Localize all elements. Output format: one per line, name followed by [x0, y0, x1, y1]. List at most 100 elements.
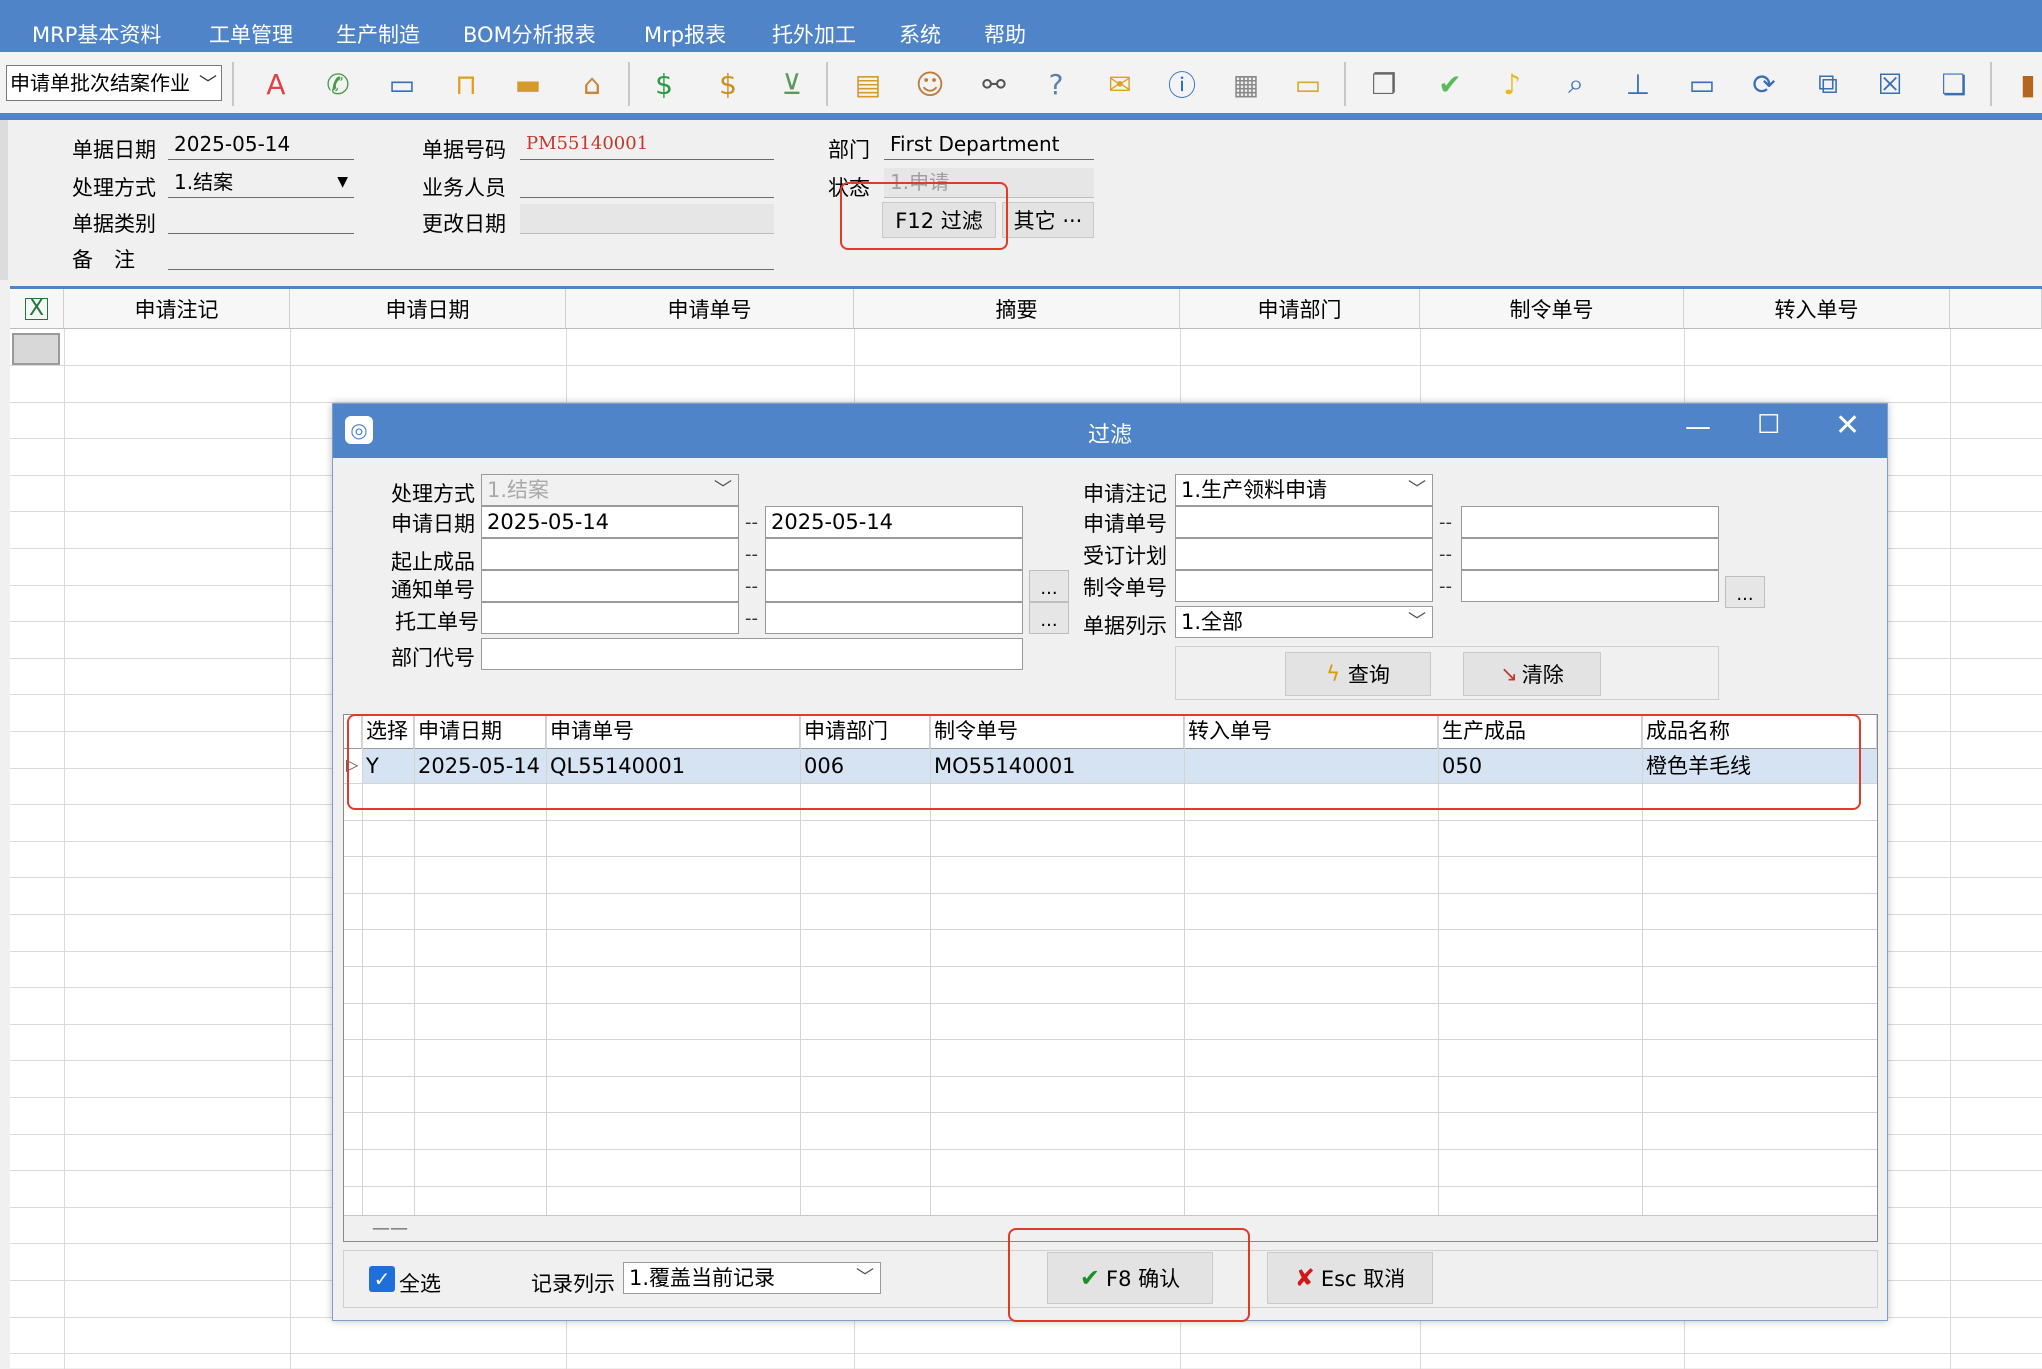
chevron-down-icon: ﹀: [856, 1267, 874, 1288]
bell-icon[interactable]: ♪: [1490, 62, 1534, 106]
dlg-apply-no-to[interactable]: [1461, 506, 1719, 538]
desktop-icon[interactable]: ▭: [1680, 62, 1724, 106]
notice-lookup-button[interactable]: ...: [1029, 570, 1069, 602]
link-icon[interactable]: ⚯: [972, 62, 1016, 106]
phone-icon[interactable]: ✆: [316, 62, 360, 106]
dlg-entrust-to[interactable]: [765, 602, 1023, 634]
col-summary[interactable]: 摘要: [854, 289, 1180, 329]
process-select-value: 1.结案: [174, 170, 234, 194]
dlg-mo-no-from[interactable]: [1175, 570, 1433, 602]
menu-help[interactable]: 帮助: [984, 22, 1026, 48]
windows-icon[interactable]: ⧉: [1806, 62, 1850, 106]
dialog-titlebar[interactable]: ◎ 过滤 — ☐ ✕: [333, 404, 1887, 458]
col-apply-mark[interactable]: 申请注记: [64, 289, 290, 329]
dlg-mo-no-to[interactable]: [1461, 570, 1719, 602]
lock-icon[interactable]: ⊓: [444, 62, 488, 106]
menu-mrp-report[interactable]: Mrp报表: [644, 22, 726, 48]
toolbar: 申请单批次结案作业 ﹀ A ✆ ▭ ⊓ ▬ ⌂ $ $ ⊻ ▤ ☺ ⚯ ? ✉ …: [0, 52, 2042, 118]
dlg-list-select[interactable]: 1.全部 ﹀: [1175, 606, 1433, 638]
chevron-down-icon: ﹀: [714, 479, 732, 500]
info-icon[interactable]: ⓘ: [1160, 62, 1204, 106]
minimize-icon[interactable]: —: [1685, 412, 1711, 442]
current-row-indicator: [12, 333, 60, 365]
date-field[interactable]: 2025-05-14: [168, 130, 354, 160]
dept-field[interactable]: First Department: [884, 130, 1094, 160]
book-icon[interactable]: ▮: [2006, 62, 2042, 106]
staff-field[interactable]: [520, 168, 774, 198]
calculator-icon[interactable]: ▦: [1224, 62, 1268, 106]
doc-no-label: 单据号码: [422, 138, 506, 162]
dlg-notice-to[interactable]: [765, 570, 1023, 602]
menu-work-order[interactable]: 工单管理: [209, 22, 293, 48]
mail-icon[interactable]: ✉: [1098, 62, 1142, 106]
help-doc-icon[interactable]: ?: [1034, 62, 1078, 106]
hierarchy-icon[interactable]: ⊥: [1616, 62, 1660, 106]
dlg-notice-label: 通知单号: [391, 578, 475, 602]
remark-field[interactable]: [168, 240, 774, 270]
cancel-button[interactable]: ✘ Esc 取消: [1267, 1252, 1433, 1304]
home-icon[interactable]: ⌂: [570, 62, 614, 106]
dlg-order-plan-label: 受订计划: [1083, 544, 1167, 568]
menu-mrp-basic[interactable]: MRP基本资料: [32, 22, 161, 48]
close-icon[interactable]: ✕: [1835, 408, 1860, 443]
col-more[interactable]: [1950, 289, 2042, 329]
maximize-icon[interactable]: ☐: [1757, 410, 1780, 440]
dollar-icon[interactable]: $: [642, 62, 686, 106]
function-select[interactable]: 申请单批次结案作业 ﹀: [6, 65, 222, 101]
process-select[interactable]: 1.结案 ▼: [168, 168, 354, 198]
restore-icon[interactable]: ❏: [1932, 62, 1976, 106]
dlg-apply-no-from[interactable]: [1175, 506, 1433, 538]
dlg-product-from[interactable]: [481, 538, 739, 570]
col-mo-no[interactable]: 制令单号: [1420, 289, 1684, 329]
dlg-apply-date-from[interactable]: 2025-05-14: [481, 506, 739, 538]
dlg-apply-date-label: 申请日期: [391, 512, 475, 536]
dlg-entrust-from[interactable]: [481, 602, 739, 634]
cart-icon[interactable]: ⊻: [770, 62, 814, 106]
col-apply-date[interactable]: 申请日期: [290, 289, 566, 329]
col-transfer-no[interactable]: 转入单号: [1684, 289, 1950, 329]
other-button[interactable]: 其它 ···: [1002, 202, 1094, 238]
col-apply-no[interactable]: 申请单号: [566, 289, 854, 329]
dlg-apply-mark-select[interactable]: 1.生产领料申请 ﹀: [1175, 474, 1433, 506]
dlg-order-plan-from[interactable]: [1175, 538, 1433, 570]
users-icon[interactable]: ☺: [908, 62, 952, 106]
close-box-icon[interactable]: ☒: [1868, 62, 1912, 106]
range-dash: --: [1439, 576, 1452, 597]
money-bag-icon[interactable]: $: [706, 62, 750, 106]
doc-no-field[interactable]: PM55140001: [520, 130, 774, 160]
menu-production[interactable]: 生产制造: [336, 22, 420, 48]
dlg-order-plan-to[interactable]: [1461, 538, 1719, 570]
check-circle-icon[interactable]: ✔: [1428, 62, 1472, 106]
type-field[interactable]: [168, 204, 354, 234]
menu-bom-report[interactable]: BOM分析报表: [463, 22, 596, 48]
dlg-apply-no-label: 申请单号: [1083, 512, 1167, 536]
excel-export-icon[interactable]: X: [10, 289, 64, 329]
search-icon[interactable]: ⌕: [1554, 62, 1598, 106]
briefcase-icon[interactable]: ▬: [506, 62, 550, 106]
dlg-notice-from[interactable]: [481, 570, 739, 602]
col-apply-dept[interactable]: 申请部门: [1180, 289, 1420, 329]
dlg-product-to[interactable]: [765, 538, 1023, 570]
range-dash: --: [745, 512, 758, 533]
dlg-deptcode-field[interactable]: [481, 638, 1023, 670]
monitor-icon[interactable]: ▭: [380, 62, 424, 106]
refresh-icon[interactable]: ⟳: [1742, 62, 1786, 106]
menu-system[interactable]: 系统: [899, 22, 941, 48]
entrust-lookup-button[interactable]: ...: [1029, 602, 1069, 634]
clear-button[interactable]: ↘ 清除: [1463, 652, 1601, 696]
range-dash: --: [745, 608, 758, 629]
select-all-checkbox[interactable]: ✓: [369, 1266, 395, 1292]
dlg-entrust-label: 托工单号: [395, 610, 479, 634]
clipboard-icon[interactable]: ▤: [846, 62, 890, 106]
spellcheck-icon[interactable]: A: [254, 62, 298, 106]
menu-outsourcing[interactable]: 托外加工: [772, 22, 856, 48]
splitter-handle-icon[interactable]: ——: [372, 1218, 408, 1239]
mo-lookup-button[interactable]: ...: [1725, 576, 1765, 608]
dlg-apply-date-to[interactable]: 2025-05-14: [765, 506, 1023, 538]
dlg-product-label: 起止成品: [391, 550, 475, 574]
query-button[interactable]: ϟ 查询: [1285, 652, 1431, 696]
copy-doc-icon[interactable]: ❐: [1362, 62, 1406, 106]
folder-icon[interactable]: ▭: [1286, 62, 1330, 106]
range-dash: --: [1439, 512, 1452, 533]
record-select[interactable]: 1.覆盖当前记录 ﹀: [623, 1262, 881, 1294]
